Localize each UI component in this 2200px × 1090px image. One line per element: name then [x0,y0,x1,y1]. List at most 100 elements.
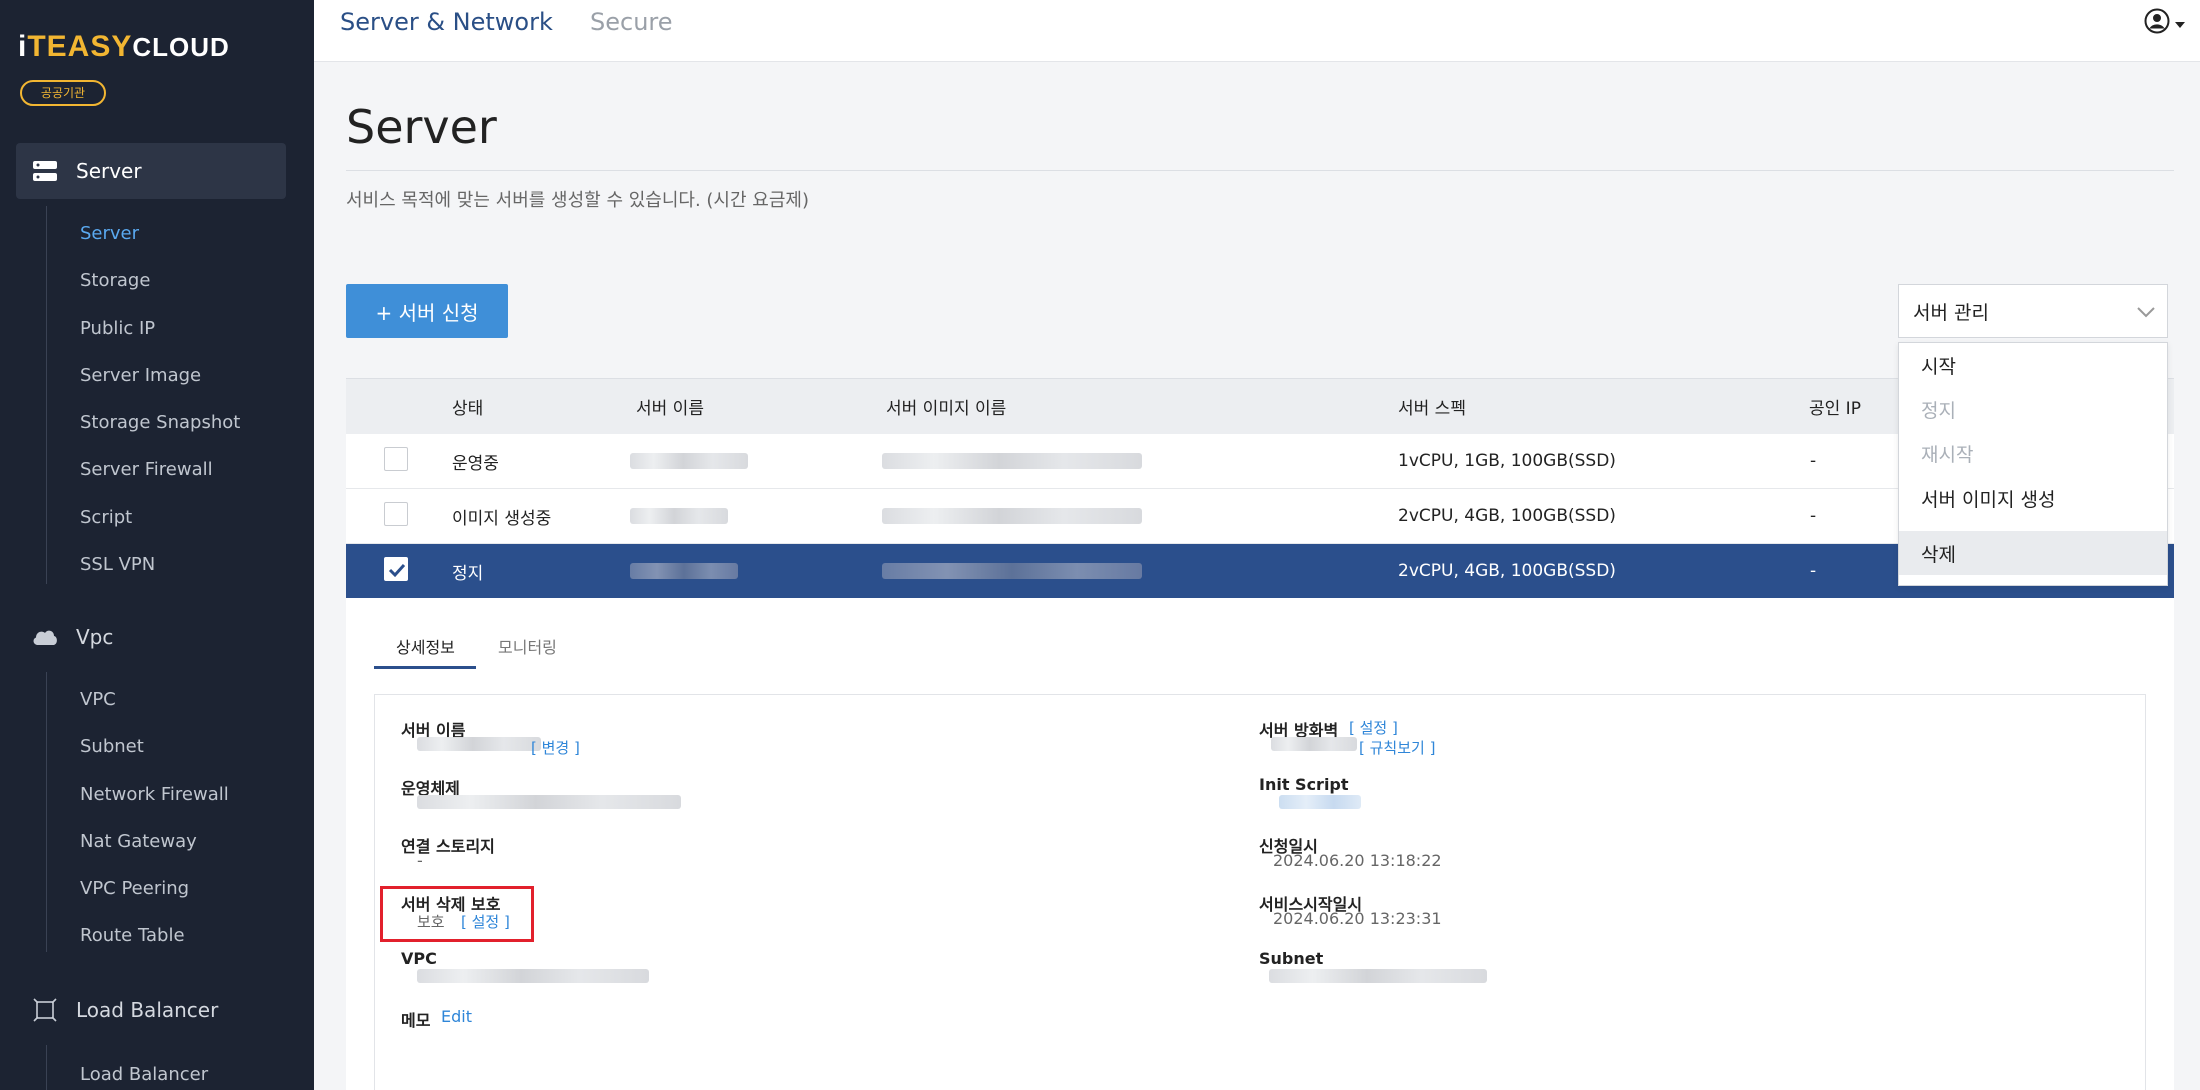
row-checkbox-checked[interactable] [384,557,408,581]
server-name-change-link[interactable]: [ 변경 ] [531,737,580,758]
sidebar-item-vpc[interactable]: VPC [80,689,116,710]
nav-divider [46,1045,47,1090]
nav-group-label: Vpc [76,625,114,649]
sidebar-item-network-firewall[interactable]: Network Firewall [80,784,229,805]
tab-server-network[interactable]: Server & Network [340,8,553,36]
server-name-redacted [417,737,541,751]
col-status: 상태 [452,399,484,419]
memo-label: 메모 [401,1011,431,1030]
nav-group-vpc[interactable]: Vpc [16,609,286,665]
firewall-rules-link[interactable]: [ 규칙보기 ] [1359,737,1435,758]
col-public-ip: 공인 IP [1809,399,1861,419]
sidebar-item-server[interactable]: Server [80,223,139,244]
logo-easy: EASY [46,30,133,63]
col-spec: 서버 스펙 [1398,399,1466,419]
row-public-ip: - [1810,506,1817,526]
storage-label: 연결 스토리지 [401,837,495,856]
row-spec: 2vCPU, 4GB, 100GB(SSD) [1398,506,1616,526]
server-manage-select[interactable]: 서버 관리 [1898,284,2168,338]
nav-divider [46,206,47,584]
menu-item-start[interactable]: 시작 [1899,343,2167,387]
init-script-value-redacted[interactable] [1279,795,1361,809]
page-title: Server [346,100,497,154]
nav-group-server[interactable]: Server [16,143,286,199]
row-image-name-redacted [882,489,1142,543]
sidebar-item-storage-snapshot[interactable]: Storage Snapshot [80,412,240,433]
top-header: Server & Network Secure [314,0,2200,62]
row-spec: 2vCPU, 4GB, 100GB(SSD) [1398,561,1616,581]
tab-detail-info[interactable]: 상세정보 [396,634,455,658]
sidebar: iTEASYCLOUD 공공기관 Server Server Storage P… [0,0,314,1090]
create-server-button[interactable]: + 서버 신청 [346,284,508,338]
logo-cloud: CLOUD [132,32,230,62]
row-checkbox[interactable] [384,447,408,471]
memo-edit-link[interactable]: Edit [441,1007,472,1026]
row-public-ip: - [1810,561,1817,581]
active-tab-underline [374,666,476,669]
page-description: 서비스 목적에 맞는 서버를 생성할 수 있습니다. (시간 요금제) [346,190,809,211]
storage-value: - [417,851,423,870]
logo-t: T [27,30,47,63]
menu-item-restart[interactable]: 재시작 [1899,431,2167,475]
row-image-name-redacted [882,434,1142,488]
tab-monitoring[interactable]: 모니터링 [498,634,557,658]
sidebar-item-storage[interactable]: Storage [80,270,150,291]
chevron-down-icon [2137,301,2155,323]
row-status: 운영중 [452,453,499,474]
tab-secure[interactable]: Secure [590,8,673,36]
sidebar-item-ssl-vpn[interactable]: SSL VPN [80,554,155,575]
sidebar-item-public-ip[interactable]: Public IP [80,318,155,339]
row-server-name-redacted [630,544,738,598]
sidebar-item-script[interactable]: Script [80,507,132,528]
requested-at-value: 2024.06.20 13:18:22 [1273,851,1442,870]
server-detail-panel: 상세정보 모니터링 서버 이름 [ 변경 ] 운영체제 연결 스토리지 - 서버… [346,598,2174,1090]
brand-logo[interactable]: iTEASYCLOUD [18,30,230,64]
os-value-redacted [417,795,681,809]
nav-group-label: Server [76,159,142,183]
sidebar-item-load-balancer[interactable]: Load Balancer [80,1064,208,1085]
sidebar-item-server-image[interactable]: Server Image [80,365,201,386]
row-image-name-redacted [882,544,1142,598]
server-manage-select-label: 서버 관리 [1913,301,1989,324]
sidebar-item-server-firewall[interactable]: Server Firewall [80,459,213,480]
nav-group-label: Load Balancer [76,998,219,1022]
server-icon [32,158,58,184]
row-server-name-redacted [630,489,728,543]
row-server-name-redacted [630,434,748,488]
cloud-icon [32,624,58,650]
service-start-value: 2024.06.20 13:23:31 [1273,909,1442,928]
vpc-label: VPC [401,949,437,968]
sidebar-item-vpc-peering[interactable]: VPC Peering [80,878,189,899]
row-public-ip: - [1810,451,1817,471]
vpc-value-redacted [417,969,649,983]
init-script-label: Init Script [1259,775,1349,794]
firewall-setting-link[interactable]: [ 설정 ] [1349,717,1398,738]
sidebar-item-nat-gateway[interactable]: Nat Gateway [80,831,197,852]
annotation-highlight-box [380,886,534,942]
nav-divider [46,672,47,952]
menu-item-stop[interactable]: 정지 [1899,387,2167,431]
detail-box: 서버 이름 [ 변경 ] 운영체제 연결 스토리지 - 서버 삭제 보호 보호 … [374,694,2146,1090]
org-badge: 공공기관 [20,80,106,106]
user-circle-icon [2144,8,2170,38]
row-spec: 1vCPU, 1GB, 100GB(SSD) [1398,451,1616,471]
subnet-label: Subnet [1259,949,1324,968]
sidebar-item-route-table[interactable]: Route Table [80,925,185,946]
row-checkbox[interactable] [384,502,408,526]
row-status: 정지 [452,563,484,584]
col-server-name: 서버 이름 [636,399,704,419]
server-manage-dropdown: 시작 정지 재시작 서버 이미지 생성 삭제 [1898,342,2168,586]
title-divider [346,170,2174,171]
load-balancer-icon [32,997,58,1023]
checkmark-icon [388,563,406,578]
logo-i: i [18,30,28,63]
nav-group-load-balancer[interactable]: Load Balancer [16,982,286,1038]
menu-item-create-image[interactable]: 서버 이미지 생성 [1899,476,2167,520]
menu-item-delete[interactable]: 삭제 [1899,531,2167,575]
subnet-value-redacted [1269,969,1487,983]
col-image-name: 서버 이미지 이름 [886,399,1007,419]
sidebar-item-subnet[interactable]: Subnet [80,736,144,757]
user-menu[interactable] [2144,8,2186,38]
row-status: 이미지 생성중 [452,508,552,529]
firewall-value-redacted [1271,737,1357,751]
